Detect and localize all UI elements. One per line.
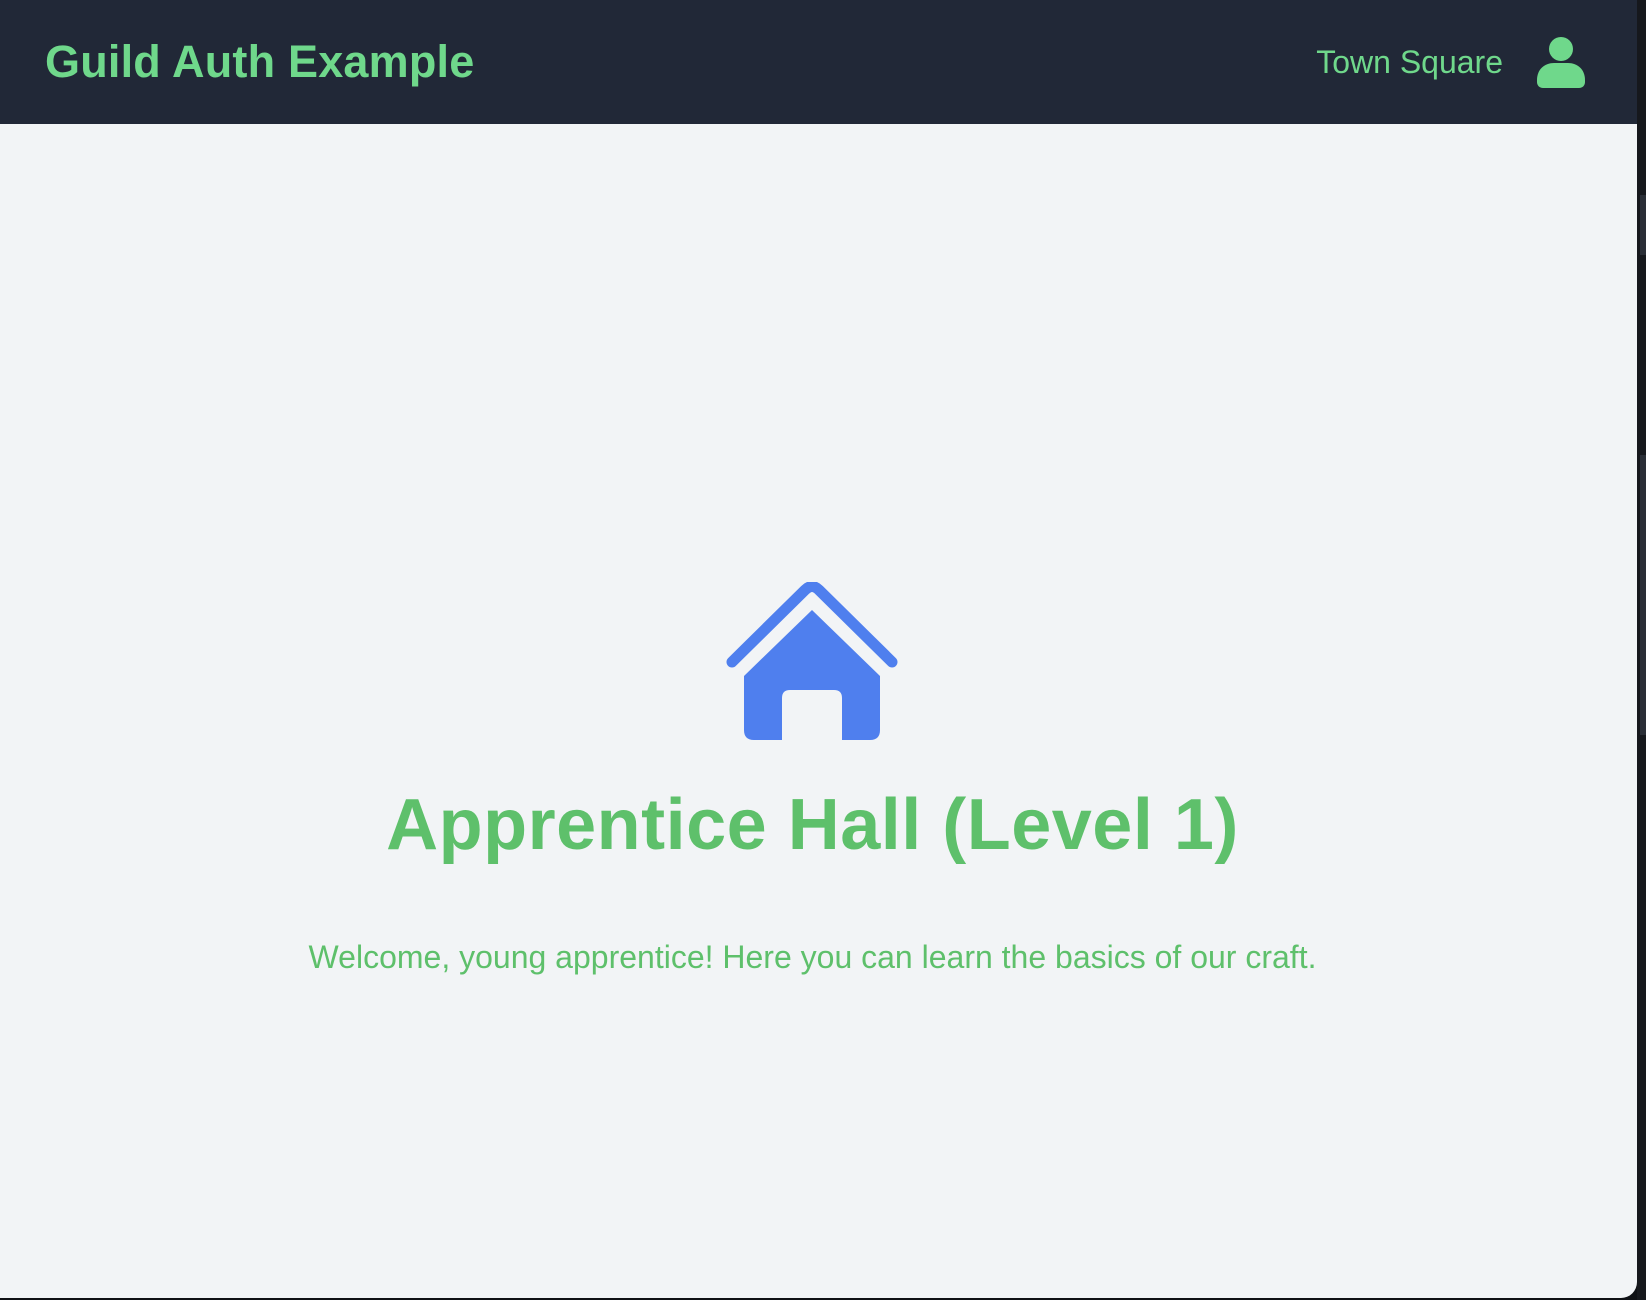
town-square-link[interactable]: Town Square (1316, 44, 1503, 81)
brand-link[interactable]: Guild Auth Example (45, 36, 474, 88)
house-icon (726, 582, 898, 740)
page-title: Apprentice Hall (Level 1) (386, 785, 1239, 865)
edge-divider (1640, 195, 1646, 255)
welcome-message: Welcome, young apprentice! Here you can … (308, 939, 1317, 975)
user-icon[interactable] (1537, 36, 1585, 88)
app-window: Guild Auth Example Town Square Apprentic… (0, 0, 1637, 1298)
top-nav-bar: Guild Auth Example Town Square (0, 0, 1637, 124)
nav-right-group: Town Square (1316, 36, 1585, 88)
edge-divider (1640, 455, 1646, 735)
main-content: Apprentice Hall (Level 1) Welcome, young… (0, 124, 1637, 1298)
